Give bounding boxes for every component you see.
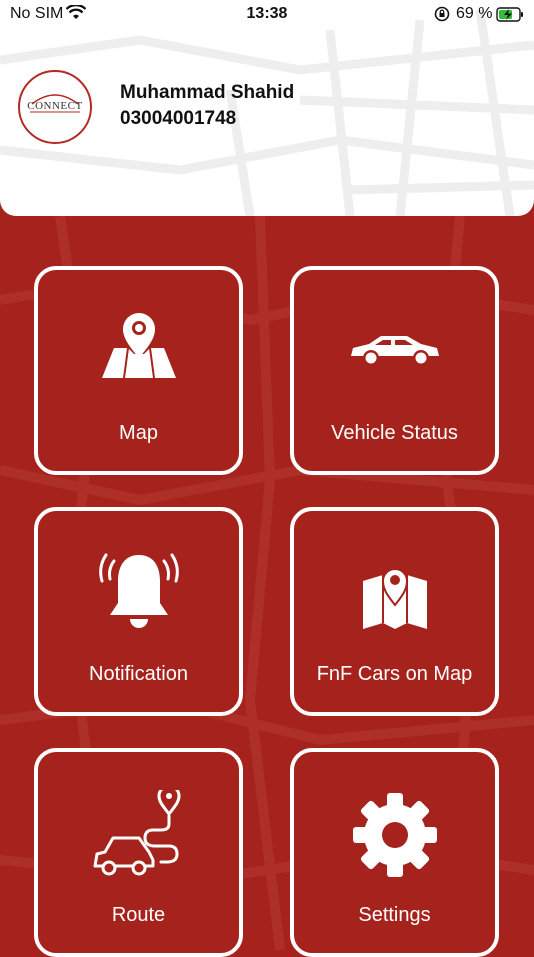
tile-label: Settings <box>358 904 431 926</box>
tile-label: FnF Cars on Map <box>316 663 473 685</box>
route-tile[interactable]: Route <box>34 748 243 957</box>
settings-tile[interactable]: Settings <box>290 748 499 957</box>
header-panel: No SIM 13:38 69 % CONNECT Muhammad Shahi… <box>0 0 534 216</box>
notification-tile[interactable]: Notification <box>34 507 243 716</box>
battery-charging-icon <box>496 7 524 27</box>
fnf-cars-on-map-tile[interactable]: FnF Cars on Map <box>290 507 499 716</box>
battery-percent-text: 69 % <box>456 5 493 22</box>
company-logo: CONNECT <box>18 70 92 144</box>
car-icon <box>347 328 443 377</box>
route-car-icon <box>91 784 187 885</box>
map-pin-icon <box>94 308 184 389</box>
clock-text: 13:38 <box>246 5 288 22</box>
folded-map-icon <box>355 557 435 638</box>
status-bar: No SIM 13:38 69 % <box>0 0 534 30</box>
tile-label: Notification <box>89 663 188 685</box>
rotation-lock-icon <box>434 6 450 27</box>
logo-text: CONNECT <box>27 100 83 112</box>
bell-icon <box>94 549 184 644</box>
tile-label: Vehicle Status <box>331 422 458 444</box>
user-phone: 03004001748 <box>120 108 237 129</box>
gear-icon <box>350 790 440 885</box>
vehicle-status-tile[interactable]: Vehicle Status <box>290 266 499 475</box>
map-tile[interactable]: Map <box>34 266 243 475</box>
user-name: Muhammad Shahid <box>120 82 295 103</box>
tile-label: Route <box>111 904 166 926</box>
tile-label: Map <box>119 422 158 444</box>
